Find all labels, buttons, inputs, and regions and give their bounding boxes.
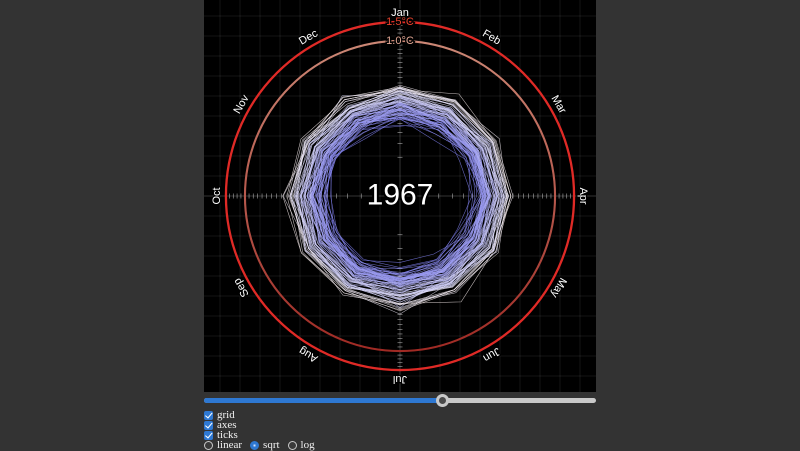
axes-checkbox[interactable] [204, 421, 213, 430]
ticks-checkbox[interactable] [204, 431, 213, 440]
scale-radio-group: linear sqrt log [204, 440, 596, 450]
year-slider-fill [204, 398, 443, 403]
log-radio[interactable] [288, 441, 297, 450]
year-slider[interactable] [204, 394, 596, 407]
log-radio-label: log [301, 440, 315, 450]
grid-control: grid [204, 410, 596, 420]
sqrt-radio[interactable] [250, 441, 259, 450]
linear-radio-label: linear [217, 440, 242, 450]
linear-radio[interactable] [204, 441, 213, 450]
climate-spiral-canvas [204, 0, 596, 392]
year-slider-thumb[interactable] [436, 394, 449, 407]
grid-checkbox[interactable] [204, 411, 213, 420]
axes-control: axes [204, 420, 596, 430]
sqrt-radio-label: sqrt [263, 440, 280, 450]
climate-spiral-app: grid axes ticks linear sqrt log [204, 0, 596, 450]
chart-controls: grid axes ticks linear sqrt log [204, 410, 596, 450]
